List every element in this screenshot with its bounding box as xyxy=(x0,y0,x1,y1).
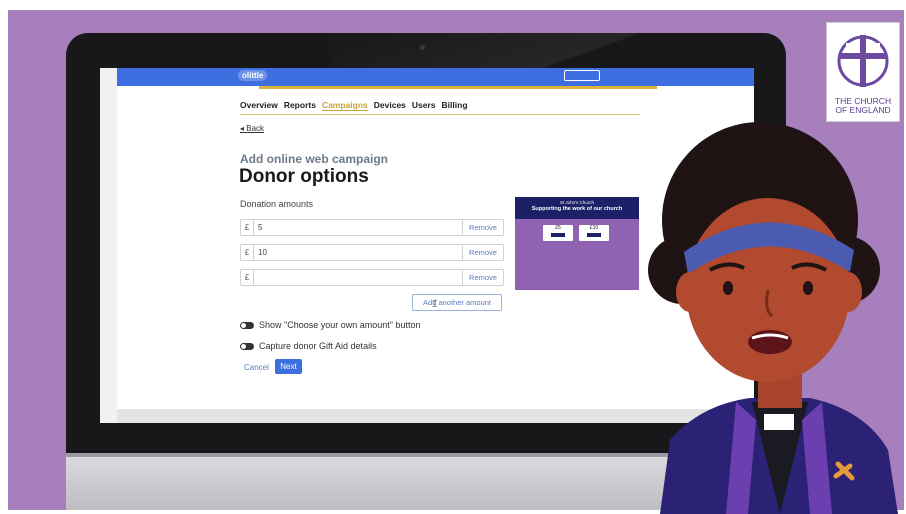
donation-amounts-label: Donation amounts xyxy=(240,199,314,209)
remove-button-2[interactable]: Remove xyxy=(462,245,503,260)
toggle-label: Show "Choose your own amount" button xyxy=(259,320,421,330)
amount-row-2: £ 10 Remove xyxy=(240,244,504,261)
choose-own-amount-toggle-row[interactable]: Show "Choose your own amount" button xyxy=(240,320,421,330)
currency-symbol: £ xyxy=(241,245,254,260)
cancel-button[interactable]: Cancel xyxy=(244,363,269,372)
back-link[interactable]: ◂ Back xyxy=(240,124,264,133)
add-another-amount-button[interactable]: Add another amount xyxy=(412,294,502,311)
campaign-preview: St John's Church Supporting the work of … xyxy=(515,197,639,290)
remove-button-1[interactable]: Remove xyxy=(462,220,503,235)
currency-symbol: £ xyxy=(241,270,254,285)
preview-amount-label: £5 xyxy=(555,225,561,231)
gift-aid-toggle-row[interactable]: Capture donor Gift Aid details xyxy=(240,341,377,351)
amount-row-1: £ 5 Remove xyxy=(240,219,504,236)
tab-campaigns[interactable]: Campaigns xyxy=(321,100,368,111)
main-nav: Overview Reports Campaigns Devices Users… xyxy=(240,100,468,111)
page-subtitle: Add online web campaign xyxy=(240,152,389,166)
app-logo[interactable]: olittle xyxy=(238,70,268,81)
cartoon-presenter-illustration xyxy=(648,122,898,514)
webcam-icon xyxy=(420,45,425,50)
header-gold-stripe xyxy=(259,86,657,89)
amount-input-1[interactable]: 5 xyxy=(258,220,262,235)
header-account-button[interactable] xyxy=(564,70,600,81)
currency-symbol: £ xyxy=(241,220,254,235)
church-of-england-badge: THE CHURCH OF ENGLAND xyxy=(826,22,900,122)
tab-users[interactable]: Users xyxy=(412,100,436,111)
preview-church-name: St John's Church xyxy=(559,200,595,205)
video-frame: THE CHURCH OF ENGLAND olittle Overview R… xyxy=(0,0,906,514)
preview-header: St John's Church Supporting the work of … xyxy=(515,197,639,219)
page-title: Donor options xyxy=(239,166,369,187)
tab-overview[interactable]: Overview xyxy=(240,100,278,111)
remove-button-3[interactable]: Remove xyxy=(462,270,503,285)
back-label: Back xyxy=(246,124,265,133)
toggle-label: Capture donor Gift Aid details xyxy=(259,341,377,351)
tab-billing[interactable]: Billing xyxy=(442,100,468,111)
badge-line-2: OF ENGLAND xyxy=(835,105,891,115)
preview-amount-button-1: £5 xyxy=(543,225,573,241)
preview-donate-bar xyxy=(551,233,565,237)
amount-row-3: £ Remove xyxy=(240,269,504,286)
preview-amount-label: £10 xyxy=(589,225,599,231)
app-header xyxy=(117,68,754,86)
preview-amount-button-2: £10 xyxy=(579,225,609,241)
next-button[interactable]: Next xyxy=(275,359,302,374)
amount-input-2[interactable]: 10 xyxy=(258,245,267,260)
mouse-cursor-icon: ⌶ xyxy=(432,299,438,309)
toggle-switch-icon[interactable] xyxy=(240,321,254,329)
preview-title: Supporting the work of our church xyxy=(531,206,623,212)
preview-donate-bar xyxy=(587,233,601,237)
badge-text: THE CHURCH OF ENGLAND xyxy=(827,97,899,115)
tab-reports[interactable]: Reports xyxy=(284,100,316,111)
tab-devices[interactable]: Devices xyxy=(374,100,406,111)
nav-divider xyxy=(240,114,640,115)
church-cross-logo-icon xyxy=(837,35,889,87)
toggle-switch-icon[interactable] xyxy=(240,342,254,350)
